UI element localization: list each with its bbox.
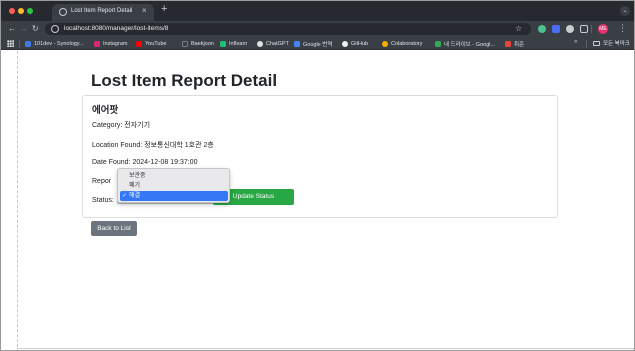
status-option[interactable]: 보관중: [120, 171, 228, 181]
bookmark-chatgpt[interactable]: ChatGPT: [257, 39, 289, 48]
folder-red-icon: [505, 40, 511, 47]
instagram-icon: [94, 40, 100, 47]
profile-avatar[interactable]: ME: [598, 24, 608, 34]
close-window-icon[interactable]: [9, 8, 15, 14]
bookmark-colaboratory[interactable]: Colaboratory: [382, 39, 423, 48]
chatgpt-icon: [257, 40, 263, 47]
bookmark-folder-chwijun[interactable]: 취준: [505, 39, 524, 48]
folder-icon: [593, 40, 600, 46]
kebab-menu-icon[interactable]: ⋮: [618, 23, 627, 33]
page-title: Lost Item Report Detail: [91, 71, 278, 90]
page-viewport: Lost Item Report Detail 에어팟 Category: 전자…: [1, 51, 634, 350]
tab-strip: Lost Item Report Detail × + ⌄: [1, 1, 634, 21]
toolbar: ← → ↻ localhost:8080/manager/lost-items/…: [1, 21, 634, 37]
browser-window: Lost Item Report Detail × + ⌄ ← → ↻ loca…: [0, 0, 635, 351]
site-info-icon[interactable]: [51, 25, 59, 33]
back-to-list-button[interactable]: Back to List: [91, 221, 137, 236]
inflearn-icon: [220, 40, 226, 47]
status-option-selected[interactable]: ✓ 해결: [120, 191, 228, 201]
status-label: Status:: [92, 197, 114, 204]
page-guide-line: [17, 51, 18, 350]
address-url[interactable]: localhost:8080/manager/lost-items/8: [64, 25, 168, 32]
back-arrow-icon[interactable]: ←: [8, 24, 16, 33]
maximize-window-icon[interactable]: [27, 8, 33, 14]
bookmarks-overflow-icon[interactable]: »: [574, 39, 577, 45]
extension-icon[interactable]: [552, 25, 560, 33]
date-found-field: Date Found: 2024-12-08 19:37:00: [92, 159, 198, 166]
bookmark-baekjoon[interactable]: Baekjoon: [182, 39, 214, 48]
tab-lost-item-report-detail[interactable]: Lost Item Report Detail ×: [52, 4, 154, 21]
category-field: Category: 전자기기: [92, 122, 151, 129]
bookmarks-bar: 101dev - Synology... Instagram YouTube B…: [1, 37, 634, 50]
checkmark-icon: ✓: [121, 193, 128, 199]
page-bottom-divider: [17, 348, 634, 349]
google-translate-icon: [294, 40, 300, 47]
new-tab-icon[interactable]: +: [161, 4, 167, 15]
bookmarks-divider: [586, 40, 587, 48]
forward-arrow-icon[interactable]: →: [20, 24, 28, 33]
bookmark-instagram[interactable]: Instagram: [94, 39, 127, 48]
apps-grid-icon[interactable]: [7, 40, 14, 47]
globe-icon: [59, 8, 67, 16]
tab-close-icon[interactable]: ×: [142, 7, 147, 15]
chevron-down-icon[interactable]: ⌄: [620, 6, 630, 16]
colab-icon: [382, 40, 388, 47]
side-panel-icon[interactable]: [580, 25, 588, 33]
bookmark-google-translate[interactable]: Google 번역: [294, 39, 332, 48]
bookmark-youtube[interactable]: YouTube: [136, 39, 167, 48]
youtube-icon: [136, 40, 142, 47]
tab-title: Lost Item Report Detail: [71, 8, 133, 14]
bookmark-101dev[interactable]: 101dev - Synology...: [25, 39, 84, 48]
reload-icon[interactable]: ↻: [32, 24, 39, 33]
bookmark-github[interactable]: GitHub: [342, 39, 368, 48]
vue-devtools-icon[interactable]: [538, 25, 546, 33]
all-bookmarks-folder[interactable]: 모든 북마크: [593, 39, 630, 47]
bookmarks-divider: [19, 40, 20, 48]
minimize-window-icon[interactable]: [18, 8, 24, 14]
report-field: Repor: [92, 178, 112, 185]
google-drive-icon: [435, 40, 441, 47]
status-dropdown-menu: 보관중 폐기 ✓ 해결: [117, 168, 230, 203]
extension-icon[interactable]: [566, 25, 574, 33]
blue-square-icon: [25, 40, 31, 47]
bookmark-inflearn[interactable]: Inflearn: [220, 39, 247, 48]
status-option[interactable]: 폐기: [120, 181, 228, 191]
baekjoon-icon: [182, 40, 188, 47]
bookmark-star-icon[interactable]: ☆: [515, 24, 522, 33]
github-icon: [342, 40, 348, 47]
item-name: 에어팟: [92, 105, 119, 116]
address-bar[interactable]: localhost:8080/manager/lost-items/8 ☆: [45, 23, 531, 35]
location-field: Location Found: 정보통신대학 1호관 2층: [92, 142, 214, 149]
bookmark-google-drive[interactable]: 내 드라이브 - Googl...: [435, 39, 495, 48]
